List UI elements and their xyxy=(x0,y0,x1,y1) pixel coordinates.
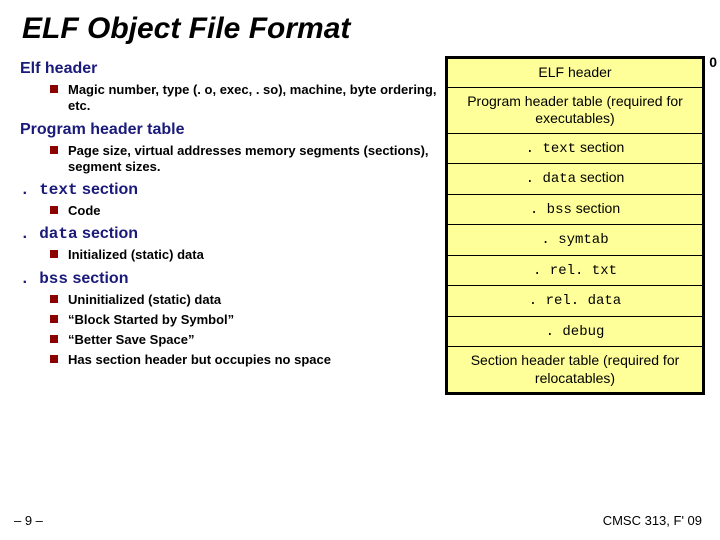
section-pht: Program header table xyxy=(20,121,440,139)
mono: . symtab xyxy=(541,232,608,248)
slide-number: – 9 – xyxy=(14,513,43,528)
tail: section xyxy=(572,200,620,216)
tail: section xyxy=(576,139,624,155)
diagram-row-reltxt: . rel. txt xyxy=(448,256,702,287)
content-area: Elf header Magic number, type (. o, exec… xyxy=(0,52,720,395)
course-label: CMSC 313, F' 09 xyxy=(603,513,702,528)
list-text: Code xyxy=(20,201,440,221)
section-bss: . bss section xyxy=(20,270,440,288)
section-tail: section xyxy=(68,270,128,287)
list-item: Magic number, type (. o, exec, . so), ma… xyxy=(50,80,440,117)
list-item: Uninitialized (static) data xyxy=(50,290,440,310)
mono: . text xyxy=(526,141,576,157)
right-column: 0 ELF header Program header table (requi… xyxy=(445,56,705,395)
list-item: Has section header but occupies no space xyxy=(50,350,440,370)
diagram-row-data: . data section xyxy=(448,164,702,195)
code-bss: . bss xyxy=(20,270,68,288)
section-data: . data section xyxy=(20,225,440,243)
section-text: . text section xyxy=(20,181,440,199)
diagram-row-reldata: . rel. data xyxy=(448,286,702,317)
list-data: Initialized (static) data xyxy=(20,245,440,265)
mono: . bss xyxy=(530,202,572,218)
list-bss: Uninitialized (static) data “Block Start… xyxy=(20,290,440,371)
list-item: “Better Save Space” xyxy=(50,330,440,350)
list-item: Code xyxy=(50,201,440,221)
mono: . data xyxy=(526,171,576,187)
code-text: . text xyxy=(20,181,78,199)
mono: . rel. data xyxy=(529,293,621,309)
elf-diagram: ELF header Program header table (require… xyxy=(445,56,705,395)
offset-zero: 0 xyxy=(709,54,717,70)
tail: section xyxy=(576,169,624,185)
left-column: Elf header Magic number, type (. o, exec… xyxy=(20,56,440,395)
list-item: “Block Started by Symbol” xyxy=(50,310,440,330)
list-item: Initialized (static) data xyxy=(50,245,440,265)
diagram-row-pht: Program header table (required for execu… xyxy=(448,88,702,134)
mono: . debug xyxy=(546,324,605,340)
diagram-row-text: . text section xyxy=(448,134,702,165)
section-tail: section xyxy=(78,181,138,198)
diagram-row-sht: Section header table (required for reloc… xyxy=(448,347,702,392)
list-elf-header: Magic number, type (. o, exec, . so), ma… xyxy=(20,80,440,117)
diagram-row-symtab: . symtab xyxy=(448,225,702,256)
diagram-row-elf-header: ELF header xyxy=(448,59,702,88)
diagram-row-bss: . bss section xyxy=(448,195,702,226)
diagram-row-debug: . debug xyxy=(448,317,702,348)
code-data: . data xyxy=(20,225,78,243)
list-item: Page size, virtual addresses memory segm… xyxy=(50,141,440,178)
slide-title: ELF Object File Format xyxy=(0,0,720,52)
mono: . rel. txt xyxy=(533,263,617,279)
section-elf-header: Elf header xyxy=(20,60,440,78)
section-tail: section xyxy=(78,225,138,242)
list-pht: Page size, virtual addresses memory segm… xyxy=(20,141,440,178)
